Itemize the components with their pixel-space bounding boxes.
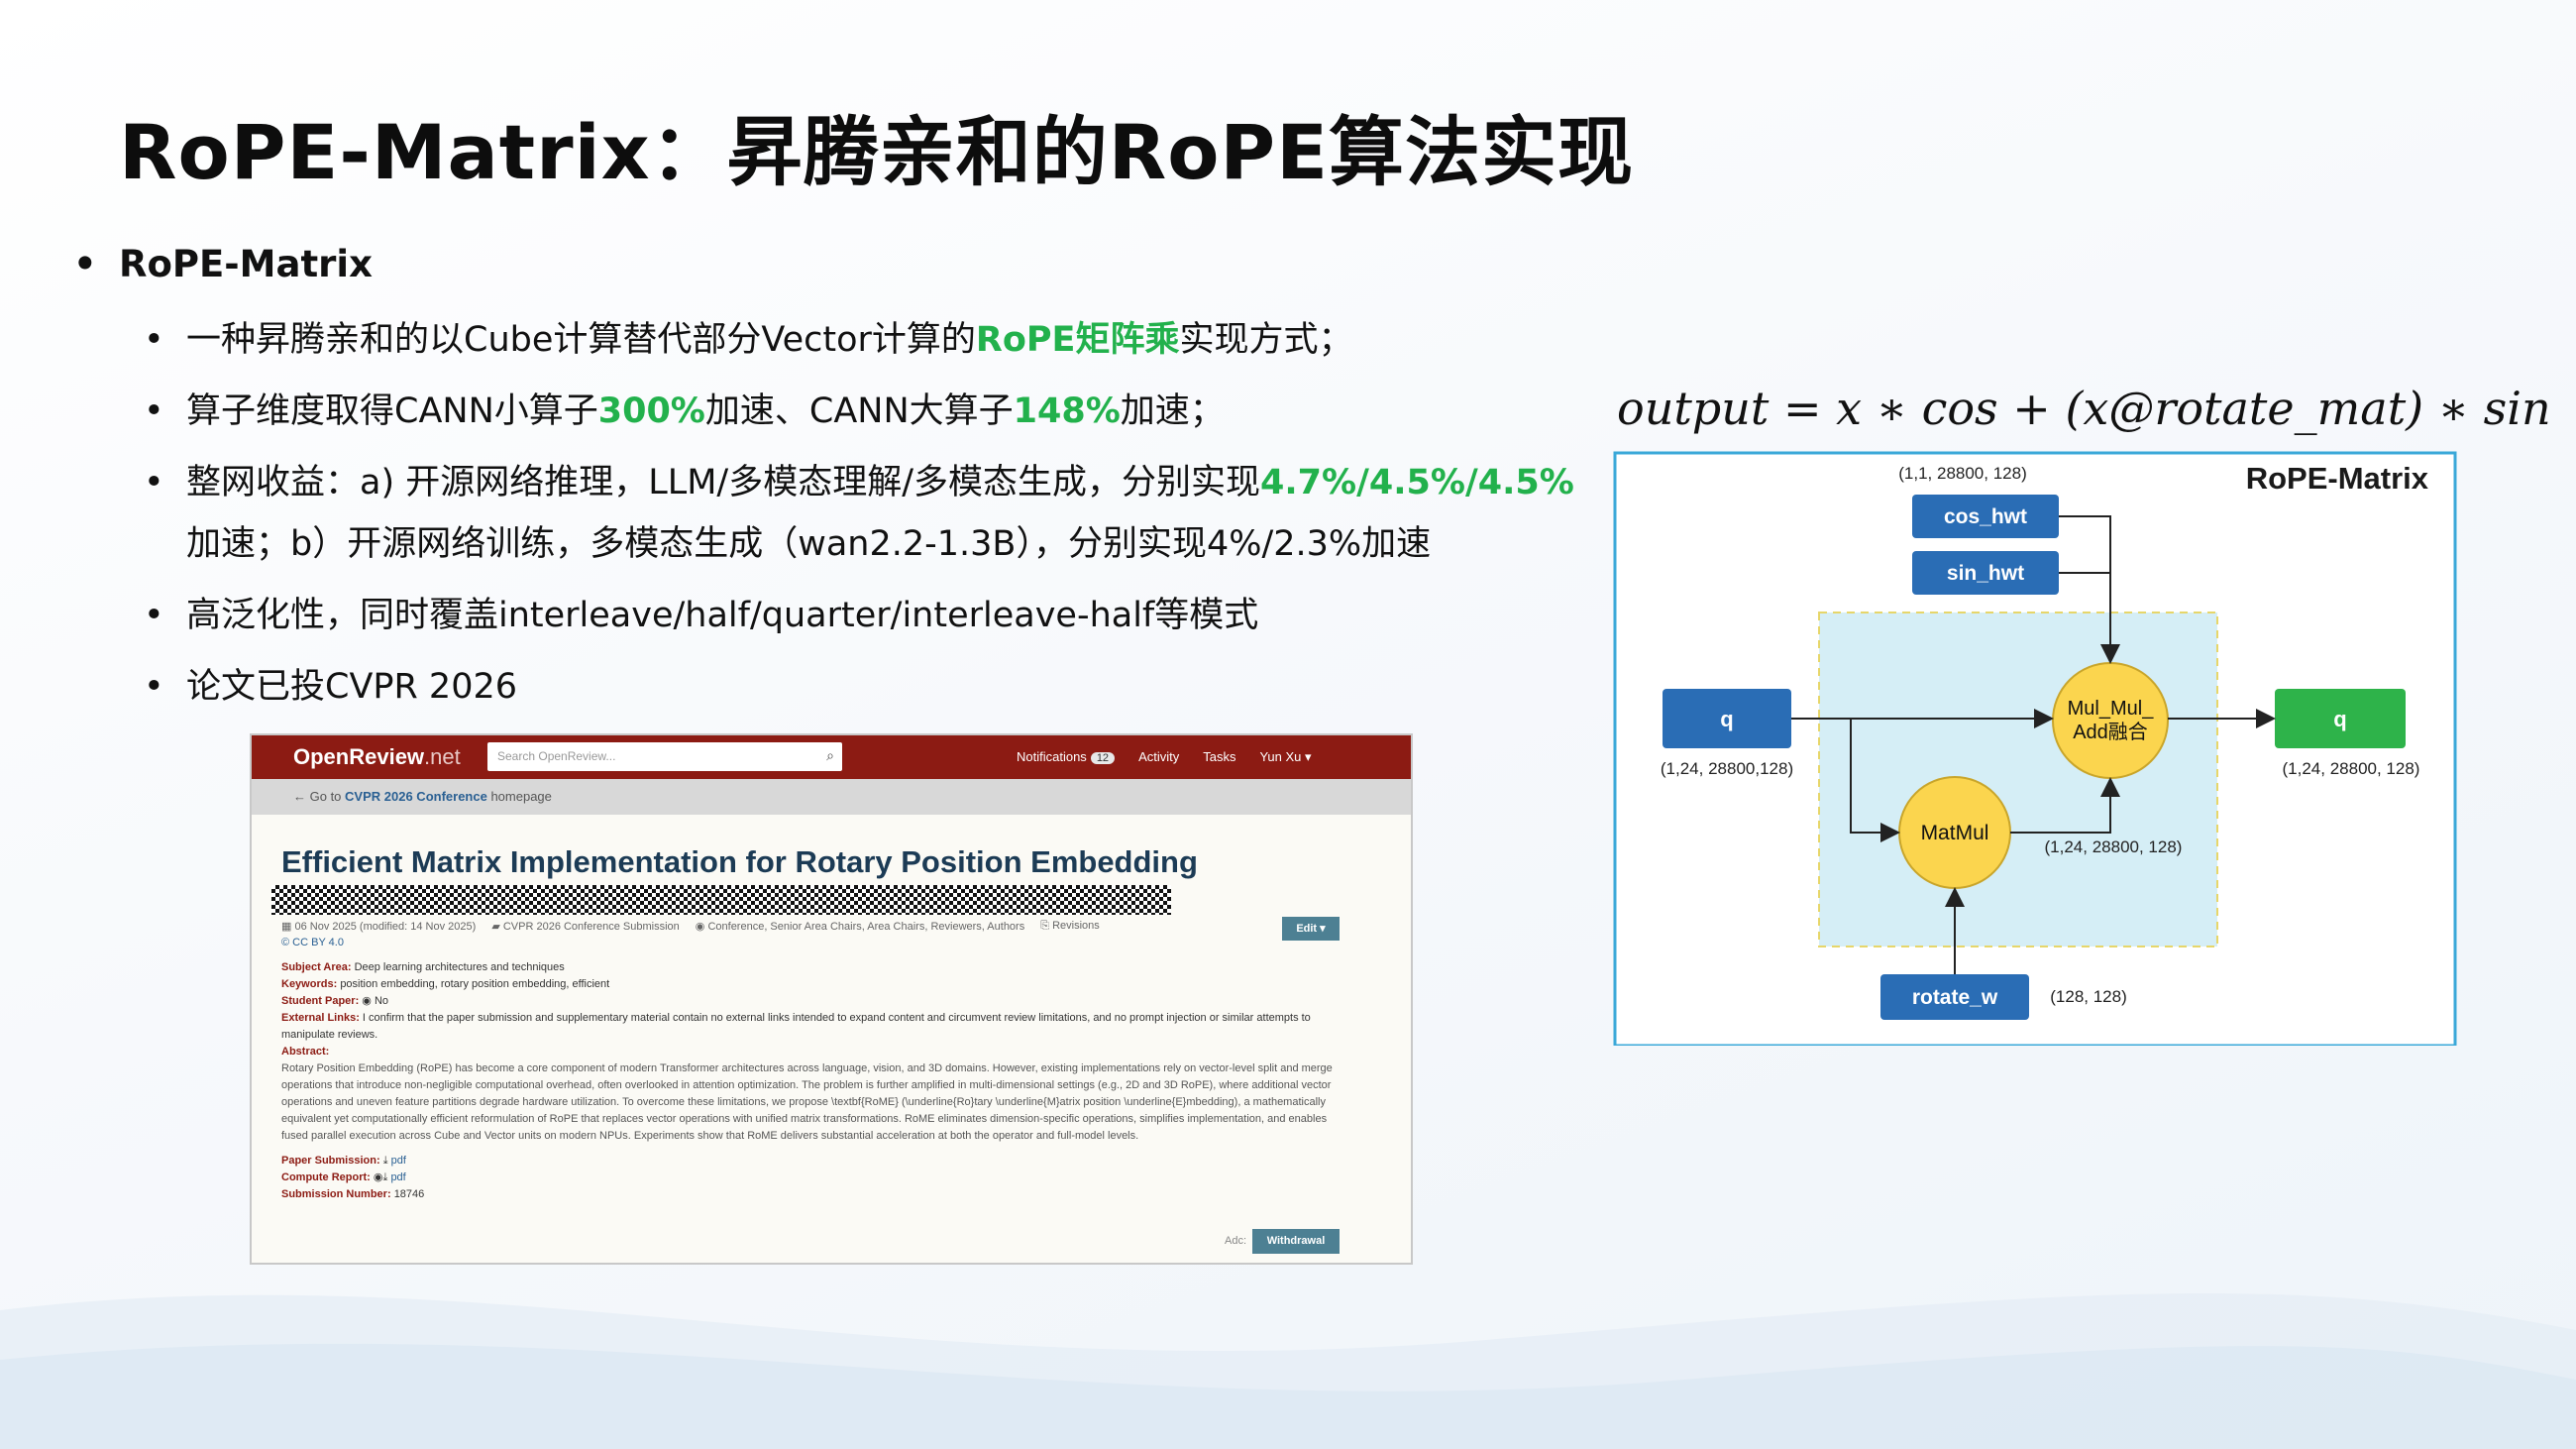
mul-mul-add-node: [2052, 662, 2169, 779]
abstract-label: Abstract:: [281, 1046, 330, 1058]
bullet-level1-text: RoPE-Matrix: [119, 243, 373, 285]
authors-redacted: [271, 885, 1171, 915]
cos-hwt-label: cos_hwt: [1944, 505, 2027, 528]
pdf-link[interactable]: pdf: [390, 1171, 405, 1183]
meta-revisions[interactable]: ⎘ Revisions: [1040, 920, 1100, 933]
q-input-label: q: [1720, 707, 1733, 731]
highlight-text: RoPE矩阵乘: [975, 320, 1180, 360]
meta-readers: ◉ Conference, Senior Area Chairs, Area C…: [695, 921, 1025, 933]
download-icon: ⤓: [382, 1171, 388, 1183]
bullet-dot: •: [144, 320, 164, 360]
meta-date: ▦ 06 Nov 2025 (modified: 14 Nov 2025): [281, 921, 477, 933]
nav-notifications[interactable]: Notifications 12: [1017, 749, 1116, 765]
bullet-dot: •: [144, 391, 164, 431]
paper-meta: ▦ 06 Nov 2025 (modified: 14 Nov 2025) ▰ …: [281, 920, 1100, 933]
diagram-title: RoPE-Matrix: [2246, 461, 2429, 496]
sin-hwt-label: sin_hwt: [1947, 562, 2024, 585]
download-icon: ⤓: [382, 1155, 388, 1167]
highlight-text: 4.7%/4.5%/4.5%: [1260, 463, 1574, 502]
fuse-label-2: Add融合: [2073, 721, 2148, 743]
bullet-text: 整网收益：a) 开源网络推理，LLM/多模态理解/多模态生成，分别实现4.7%/…: [186, 463, 1574, 564]
nav-tasks[interactable]: Tasks: [1203, 749, 1235, 765]
bullet-dot: •: [73, 243, 97, 285]
rope-formula: output = x ∗ cos + (x@rotate_mat) ∗ sin: [1617, 382, 2551, 435]
bullet-item: • 高泛化性，同时覆盖interleave/half/quarter/inter…: [144, 585, 1585, 646]
matmul-shape: (1,24, 28800, 128): [2045, 837, 2183, 856]
edit-button[interactable]: Edit ▾: [1282, 917, 1340, 941]
license-icon: ©: [281, 937, 290, 948]
bullet-text: 论文已投CVPR 2026: [186, 667, 518, 707]
pdf-link[interactable]: pdf: [391, 1155, 406, 1167]
slide-title: RoPE-Matrix：昇腾亲和的RoPE算法实现: [119, 108, 1635, 196]
fuse-label-1: Mul_Mul_: [2068, 698, 2155, 720]
abstract-text: Rotary Position Embedding (RoPE) has bec…: [281, 1062, 1333, 1142]
bullet-list: • RoPE-Matrix • 一种昇腾亲和的以Cube计算替代部分Vector…: [69, 243, 1585, 727]
nav-user-menu[interactable]: Yun Xu ▾: [1259, 749, 1311, 765]
bullet-text: 算子维度取得CANN小算子300%加速、CANN大算子148%加速；: [186, 391, 1225, 431]
bullet-item: • 论文已投CVPR 2026: [144, 656, 1585, 718]
cos-shape-label: (1,1, 28800, 128): [1898, 464, 2026, 483]
withdrawal-button[interactable]: Withdrawal: [1252, 1229, 1340, 1254]
search-icon[interactable]: ⌕: [826, 747, 834, 764]
bullet-level1: • RoPE-Matrix: [69, 243, 1585, 285]
matmul-label: MatMul: [1921, 822, 1989, 844]
top-nav: Notifications 12 Activity Tasks Yun Xu ▾: [1017, 749, 1312, 765]
field-row: Subject Area: Deep learning architecture…: [281, 961, 565, 973]
eye-icon: ◉: [373, 1171, 383, 1183]
field-row: Keywords: position embedding, rotary pos…: [281, 978, 610, 990]
meta-license[interactable]: © CC BY 4.0: [281, 937, 344, 948]
adc-label: Adc:: [1225, 1235, 1247, 1247]
bullet-text: 高泛化性，同时覆盖interleave/half/quarter/interle…: [186, 596, 1259, 635]
fused-region: [1818, 612, 2218, 947]
notifications-badge: 12: [1090, 752, 1116, 764]
rope-matrix-diagram: RoPE-Matrix (1,1, 28800, 128) cos_hwt si…: [1613, 451, 2457, 1046]
calendar-icon: ▦: [281, 921, 292, 933]
eye-icon: ◉: [695, 921, 705, 933]
rotate-w-shape: (128, 128): [2050, 987, 2127, 1006]
bullet-item: • 整网收益：a) 开源网络推理，LLM/多模态理解/多模态生成，分别实现4.7…: [144, 452, 1585, 575]
bullet-dot: •: [144, 667, 164, 707]
q-input-shape: (1,24, 28800,128): [1661, 759, 1793, 778]
openreview-header: OpenReview.net Search OpenReview... ⌕ No…: [252, 735, 1411, 779]
rotate-w-label: rotate_w: [1912, 986, 1998, 1009]
back-link[interactable]: ← Go to CVPR 2026 Conference homepage: [252, 779, 1411, 815]
openreview-logo[interactable]: OpenReview.net: [293, 744, 461, 770]
field-row: Submission Number: 18746: [281, 1188, 425, 1200]
nav-activity[interactable]: Activity: [1138, 749, 1179, 765]
field-row: Compute Report: ◉⤓ pdf: [281, 1171, 406, 1183]
highlight-text: 148%: [1013, 391, 1121, 431]
eye-icon: ◉: [362, 995, 372, 1007]
bullet-item: • 一种昇腾亲和的以Cube计算替代部分Vector计算的RoPE矩阵乘实现方式…: [144, 309, 1585, 371]
bullet-text: 一种昇腾亲和的以Cube计算替代部分Vector计算的RoPE矩阵乘实现方式；: [186, 320, 1353, 360]
meta-venue: ▰ CVPR 2026 Conference Submission: [491, 921, 680, 933]
paper-title: Efficient Matrix Implementation for Rota…: [281, 844, 1198, 879]
field-row: External Links: I confirm that the paper…: [281, 1012, 1311, 1041]
bullet-item: • 算子维度取得CANN小算子300%加速、CANN大算子148%加速；: [144, 381, 1585, 442]
search-input[interactable]: Search OpenReview... ⌕: [487, 742, 842, 771]
folder-icon: ▰: [491, 921, 500, 933]
field-row: Paper Submission: ⤓ pdf: [281, 1155, 406, 1167]
paper-fields: Subject Area: Deep learning architecture…: [281, 959, 1342, 1203]
revisions-icon: ⎘: [1040, 920, 1050, 932]
q-output-label: q: [2333, 707, 2346, 731]
field-row: Student Paper: ◉ No: [281, 995, 389, 1007]
bullet-dot: •: [144, 596, 164, 635]
q-output-shape: (1,24, 28800, 128): [2283, 759, 2420, 778]
bullet-dot: •: [144, 463, 164, 502]
highlight-text: 300%: [597, 391, 705, 431]
openreview-screenshot: OpenReview.net Search OpenReview... ⌕ No…: [250, 733, 1413, 1265]
